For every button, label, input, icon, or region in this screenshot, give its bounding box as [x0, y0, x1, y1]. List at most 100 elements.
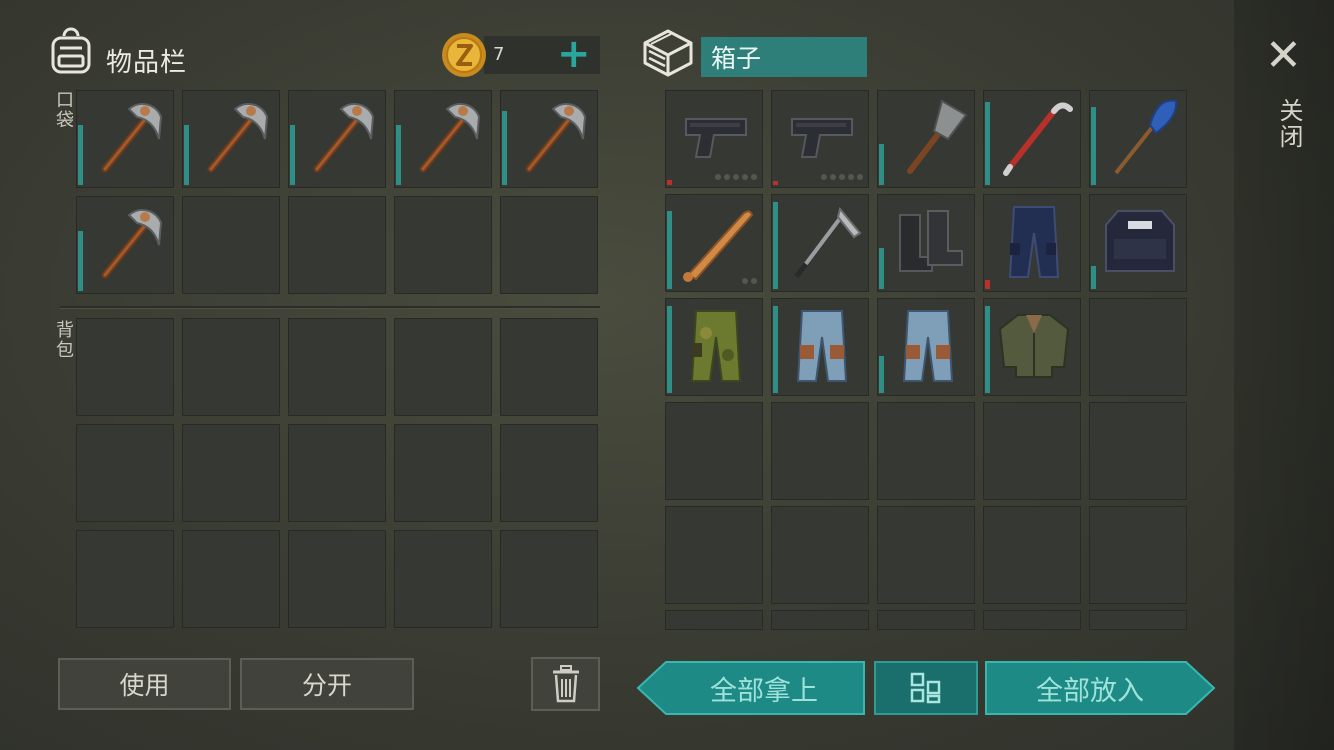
baseball-bat-icon: [683, 210, 754, 282]
backpack-slot[interactable]: [288, 530, 386, 628]
container-slot[interactable]: [771, 402, 869, 500]
jacket-icon: [998, 314, 1070, 378]
durability-bar: [985, 306, 990, 393]
container-slot[interactable]: [983, 298, 1081, 396]
container-slot[interactable]: [983, 194, 1081, 292]
hoe-icon: [794, 206, 862, 279]
container-slot[interactable]: [877, 194, 975, 292]
backpack-label: 背包: [53, 320, 74, 360]
camo-pants-icon: [690, 310, 742, 382]
durability-bar: [773, 202, 778, 289]
durability-bar: [879, 248, 884, 289]
split-button[interactable]: 分开: [240, 658, 414, 710]
pistol-icon: [791, 118, 853, 158]
pocket-slot[interactable]: [182, 196, 280, 294]
pocket-slot[interactable]: [500, 196, 598, 294]
pocket-slot[interactable]: [394, 196, 492, 294]
backpack-slot[interactable]: [394, 424, 492, 522]
durability-bar: [1091, 266, 1096, 289]
pickaxe-icon: [101, 102, 163, 173]
backpack-slot[interactable]: [288, 318, 386, 416]
backpack-slot[interactable]: [76, 424, 174, 522]
backpack-slot[interactable]: [182, 530, 280, 628]
durability-bar: [879, 356, 884, 393]
container-slot[interactable]: [665, 610, 763, 630]
durability-bar: [184, 125, 189, 185]
crowbar-icon: [1003, 102, 1073, 176]
backpack-slot[interactable]: [500, 318, 598, 416]
container-slot[interactable]: [771, 506, 869, 604]
container-slot[interactable]: [877, 90, 975, 188]
backpack-slot[interactable]: [500, 530, 598, 628]
durability-bar: [502, 111, 507, 185]
container-slot[interactable]: [771, 194, 869, 292]
container-slot[interactable]: [1089, 610, 1187, 630]
pocket-slot[interactable]: [76, 196, 174, 294]
pocket-slot[interactable]: [76, 90, 174, 188]
police-pants-icon: [1008, 206, 1060, 278]
container-slot[interactable]: [665, 298, 763, 396]
container-slot[interactable]: [665, 90, 763, 188]
pocket-slot[interactable]: [394, 90, 492, 188]
container-slot[interactable]: [1089, 194, 1187, 292]
container-slot[interactable]: [771, 90, 869, 188]
backpack-slot[interactable]: [182, 318, 280, 416]
backpack-icon: [51, 27, 91, 74]
container-slot[interactable]: [665, 402, 763, 500]
container-slot[interactable]: [1089, 298, 1187, 396]
container-slot[interactable]: [1089, 90, 1187, 188]
delete-button[interactable]: [531, 657, 600, 711]
sort-button[interactable]: [874, 661, 978, 715]
shovel-icon: [907, 99, 968, 174]
container-slot[interactable]: [983, 506, 1081, 604]
pocket-slot[interactable]: [288, 196, 386, 294]
backpack-slot[interactable]: [76, 530, 174, 628]
close-button[interactable]: ✕: [1265, 30, 1302, 82]
container-slot[interactable]: [983, 610, 1081, 630]
container-slot[interactable]: [877, 610, 975, 630]
trash-icon: [552, 665, 579, 703]
container-slot[interactable]: [983, 90, 1081, 188]
backpack-slot[interactable]: [182, 424, 280, 522]
ammo-dots: [742, 278, 757, 284]
container-slot[interactable]: [877, 298, 975, 396]
container-slot[interactable]: [1089, 402, 1187, 500]
paddle-icon: [1114, 99, 1178, 175]
durability-bar: [78, 125, 83, 185]
container-name[interactable]: 箱子: [701, 37, 867, 77]
durability-bar: [773, 306, 778, 393]
container-slot[interactable]: [877, 402, 975, 500]
container-slot[interactable]: [877, 506, 975, 604]
pocket-slot[interactable]: [182, 90, 280, 188]
pocket-slot[interactable]: [288, 90, 386, 188]
backpack-slot[interactable]: [288, 424, 386, 522]
take-all-button[interactable]: 全部拿上: [666, 662, 862, 714]
container-slot[interactable]: [771, 610, 869, 630]
box-icon: [643, 29, 693, 77]
pickaxe-icon: [525, 102, 587, 173]
backpack-slot[interactable]: [500, 424, 598, 522]
container-slot[interactable]: [1089, 506, 1187, 604]
pickaxe-icon: [101, 208, 163, 279]
put-all-button[interactable]: 全部放入: [990, 662, 1190, 714]
grid-sort-icon: [910, 672, 941, 704]
container-slot[interactable]: [771, 298, 869, 396]
coin-count: 7: [493, 44, 505, 65]
backpack-slot[interactable]: [394, 318, 492, 416]
inventory-title: 物品栏: [106, 48, 188, 78]
durability-bar: [78, 231, 83, 291]
backpack-slot[interactable]: [394, 530, 492, 628]
container-slot[interactable]: [983, 402, 1081, 500]
backpack-slot[interactable]: [76, 318, 174, 416]
close-label[interactable]: 关闭: [1272, 98, 1307, 150]
police-vest-icon: [1105, 210, 1175, 272]
container-slot[interactable]: [665, 506, 763, 604]
durability-bar: [985, 102, 990, 185]
pocket-slot[interactable]: [500, 90, 598, 188]
add-coins-button[interactable]: +: [557, 30, 591, 78]
container-slot[interactable]: [665, 194, 763, 292]
coin-icon: [442, 33, 486, 77]
durability-bar: [290, 125, 295, 185]
use-button[interactable]: 使用: [58, 658, 231, 710]
boots-icon: [899, 210, 963, 272]
